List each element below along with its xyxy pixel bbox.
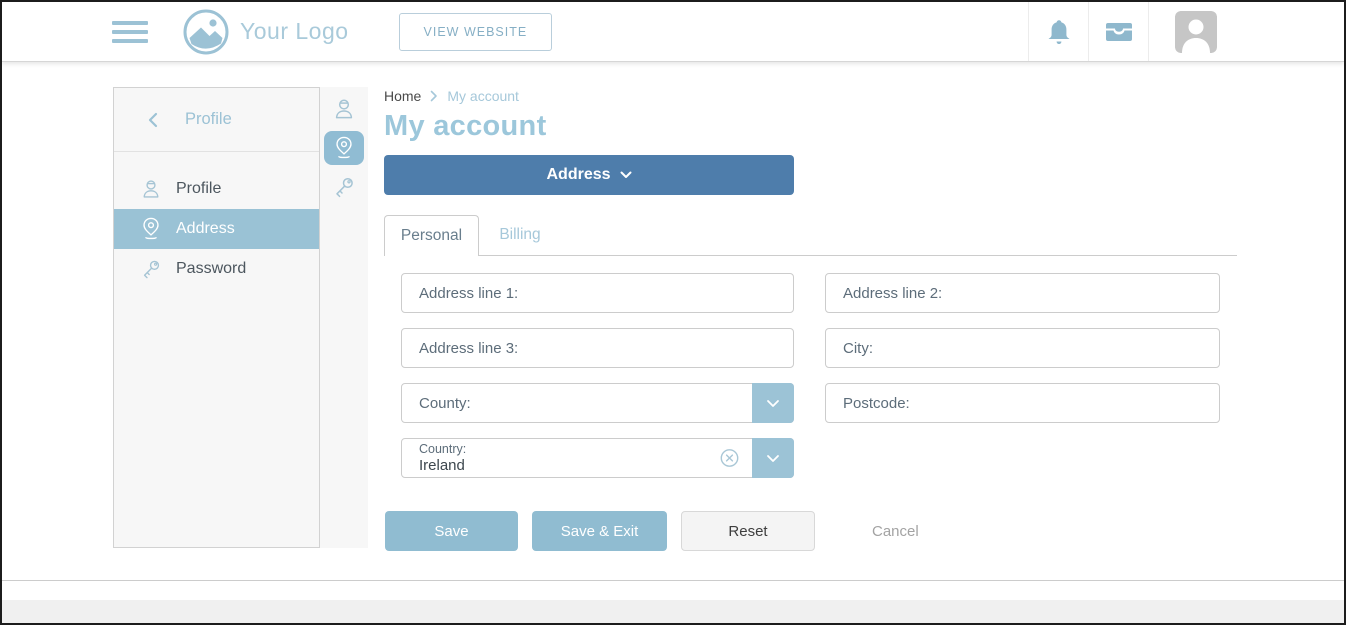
- app-window: Your Logo VIEW WEBSITE: [0, 0, 1346, 625]
- view-website-button[interactable]: VIEW WEBSITE: [399, 13, 553, 51]
- person-icon: [139, 178, 163, 200]
- hamburger-menu-icon[interactable]: [112, 16, 148, 48]
- county-dropdown-button[interactable]: [752, 383, 794, 423]
- sidebar-item-profile[interactable]: Profile: [114, 169, 319, 209]
- footer-divider: [2, 580, 1344, 581]
- address-line-3-input[interactable]: [401, 328, 794, 368]
- avatar: [1175, 11, 1217, 53]
- breadcrumb: Home My account: [384, 88, 1237, 104]
- county-field-wrap: [401, 383, 794, 423]
- notifications-cell[interactable]: [1028, 2, 1088, 61]
- empty-grid-cell: [825, 438, 1220, 478]
- city-field-wrap: [825, 328, 1220, 368]
- address-form: Country: Ireland: [401, 273, 1237, 478]
- pin-icon: [139, 217, 163, 241]
- sidebar-items: Profile Address: [114, 152, 319, 289]
- rail-item-profile[interactable]: [332, 97, 356, 121]
- chevron-down-icon: [766, 399, 780, 408]
- sidebar-icon-rail: [320, 87, 368, 548]
- chevron-down-icon: [766, 454, 780, 463]
- address-line-2-input[interactable]: [825, 273, 1220, 313]
- address-section-dropdown[interactable]: Address: [384, 155, 794, 195]
- cancel-button[interactable]: Cancel: [872, 523, 919, 540]
- rail-item-password[interactable]: [332, 175, 356, 199]
- address-line-2-field-wrap: [825, 273, 1220, 313]
- sidebar-item-password[interactable]: Password: [114, 249, 319, 289]
- key-icon: [139, 258, 163, 280]
- city-input[interactable]: [825, 328, 1220, 368]
- sidebar-back-button[interactable]: Profile: [114, 88, 319, 152]
- sidebar-back-label: Profile: [185, 110, 232, 129]
- top-header: Your Logo VIEW WEBSITE: [2, 2, 1344, 62]
- country-dropdown-button[interactable]: [752, 438, 794, 478]
- profile-avatar-cell[interactable]: [1148, 2, 1344, 61]
- save-button[interactable]: Save: [385, 511, 518, 551]
- sidebar-item-address[interactable]: Address: [114, 209, 319, 249]
- county-input[interactable]: [401, 383, 794, 423]
- form-actions: Save Save & Exit Reset Cancel: [384, 511, 1237, 551]
- hamburger-bar: [112, 30, 148, 34]
- header-right-toolbar: [1028, 2, 1344, 61]
- main-content: Home My account My account Address Perso…: [384, 87, 1237, 551]
- logo[interactable]: Your Logo: [182, 8, 349, 56]
- clear-icon[interactable]: [720, 449, 739, 468]
- country-field[interactable]: Country: Ireland: [401, 438, 794, 478]
- inbox-icon: [1104, 20, 1134, 44]
- sidebar-item-label: Profile: [176, 180, 221, 198]
- save-and-exit-button[interactable]: Save & Exit: [532, 511, 667, 551]
- breadcrumb-home-link[interactable]: Home: [384, 88, 421, 104]
- chevron-down-icon: [620, 171, 632, 179]
- postcode-input[interactable]: [825, 383, 1220, 423]
- tab-personal[interactable]: Personal: [384, 215, 479, 256]
- inbox-cell[interactable]: [1088, 2, 1148, 61]
- chevron-left-icon: [147, 112, 159, 128]
- breadcrumb-current: My account: [447, 88, 519, 104]
- key-icon: [332, 175, 356, 199]
- section-dropdown-label: Address: [546, 166, 610, 184]
- page-title: My account: [384, 110, 1237, 143]
- sidebar-item-label: Password: [176, 260, 246, 278]
- sidebar: Profile Profile: [113, 87, 320, 548]
- postcode-field-wrap: [825, 383, 1220, 423]
- address-line-1-field-wrap: [401, 273, 794, 313]
- person-icon: [332, 97, 356, 121]
- tab-billing[interactable]: Billing: [479, 214, 561, 255]
- reset-button[interactable]: Reset: [681, 511, 815, 551]
- address-line-1-input[interactable]: [401, 273, 794, 313]
- logo-text: Your Logo: [240, 18, 349, 45]
- hamburger-bar: [112, 21, 148, 25]
- hamburger-bar: [112, 39, 148, 43]
- address-line-3-field-wrap: [401, 328, 794, 368]
- logo-image-icon: [182, 8, 230, 56]
- bell-icon: [1046, 18, 1072, 46]
- pin-icon: [333, 136, 355, 160]
- chevron-right-icon: [430, 90, 438, 102]
- footer-band: [2, 600, 1344, 623]
- sidebar-item-label: Address: [176, 220, 235, 238]
- tab-bar: Personal Billing: [384, 215, 1237, 256]
- rail-item-address[interactable]: [324, 131, 364, 165]
